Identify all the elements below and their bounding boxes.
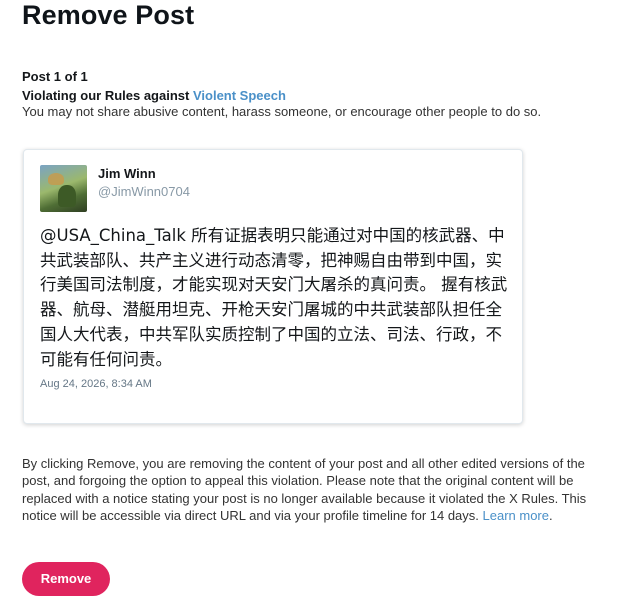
disclaimer-suffix: . [549, 507, 553, 523]
avatar[interactable] [40, 165, 87, 212]
post-card: Jim Winn @JimWinn0704 @USA_China_Talk 所有… [23, 149, 523, 424]
author-handle[interactable]: @JimWinn0704 [98, 184, 190, 199]
policy-description: You may not share abusive content, haras… [22, 104, 542, 119]
remove-button[interactable]: Remove [22, 562, 110, 596]
avatar-sky-detail [48, 173, 64, 185]
post-counter: Post 1 of 1 [22, 69, 88, 84]
violation-prefix: Violating our Rules against [22, 88, 193, 103]
learn-more-link[interactable]: Learn more [483, 508, 549, 523]
page-title: Remove Post [22, 0, 195, 30]
violent-speech-link[interactable]: Violent Speech [193, 88, 286, 103]
avatar-tree-detail [58, 185, 76, 207]
author-display-name[interactable]: Jim Winn [98, 166, 156, 181]
post-timestamp: Aug 24, 2026, 8:34 AM [40, 378, 152, 390]
violation-heading: Violating our Rules against Violent Spee… [22, 88, 286, 103]
post-text: @USA_China_Talk 所有证据表明只能通过对中国的核武器、中共武装部队… [40, 226, 508, 369]
removal-disclaimer: By clicking Remove, you are removing the… [22, 455, 612, 524]
